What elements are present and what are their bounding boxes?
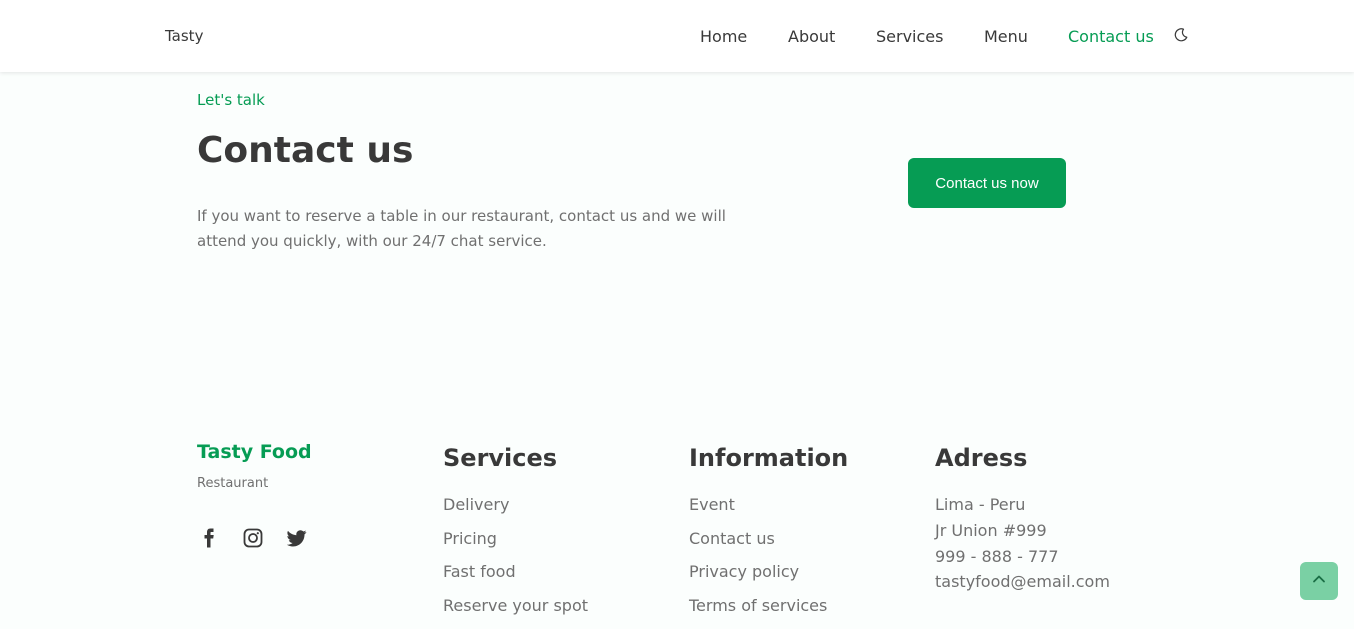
footer-address-list: Lima - Peru Jr Union #999 999 - 888 - 77… [935,494,1110,597]
footer-information-list: Event Contact us Privacy policy Terms of… [689,494,827,629]
moon-icon[interactable] [1173,27,1189,43]
site-header: Tasty Home About Services Menu Contact u… [0,0,1354,72]
footer-link-delivery[interactable]: Delivery [443,494,588,528]
footer-link-privacy[interactable]: Privacy policy [689,561,827,595]
nav-home[interactable]: Home [700,27,747,46]
address-email: tastyfood@email.com [935,572,1110,592]
footer-services-title: Services [443,444,558,472]
nav-services[interactable]: Services [876,27,943,46]
footer-link-event[interactable]: Event [689,494,827,528]
section-title: Contact us [197,130,414,171]
address-city: Lima - Peru [935,495,1026,514]
nav-menu[interactable]: Menu [984,27,1028,46]
chevron-up-icon [1311,571,1327,591]
nav-contact[interactable]: Contact us [1068,27,1154,46]
footer-link-pricing[interactable]: Pricing [443,528,588,562]
address-phone: 999 - 888 - 777 [935,546,1059,566]
section-description: If you want to reserve a table in our re… [197,207,726,250]
nav-about[interactable]: About [788,27,835,46]
twitter-icon[interactable] [286,527,308,549]
footer-brand[interactable]: Tasty Food [197,441,312,463]
footer-link-fast-food[interactable]: Fast food [443,561,588,595]
footer-services-list: Delivery Pricing Fast food Reserve your … [443,494,588,629]
footer-brand-subtitle: Restaurant [197,476,269,491]
address-street: Jr Union #999 [935,520,1047,540]
footer-address-title: Adress [935,444,1028,472]
footer-information-title: Information [689,444,849,472]
facebook-icon[interactable] [198,527,220,549]
nav-logo[interactable]: Tasty [165,27,203,45]
contact-now-button[interactable]: Contact us now [908,158,1066,208]
footer-link-contact[interactable]: Contact us [689,528,827,562]
instagram-icon[interactable] [242,527,264,549]
scroll-up-button[interactable] [1300,562,1338,600]
section-subtitle: Let's talk [197,91,265,109]
